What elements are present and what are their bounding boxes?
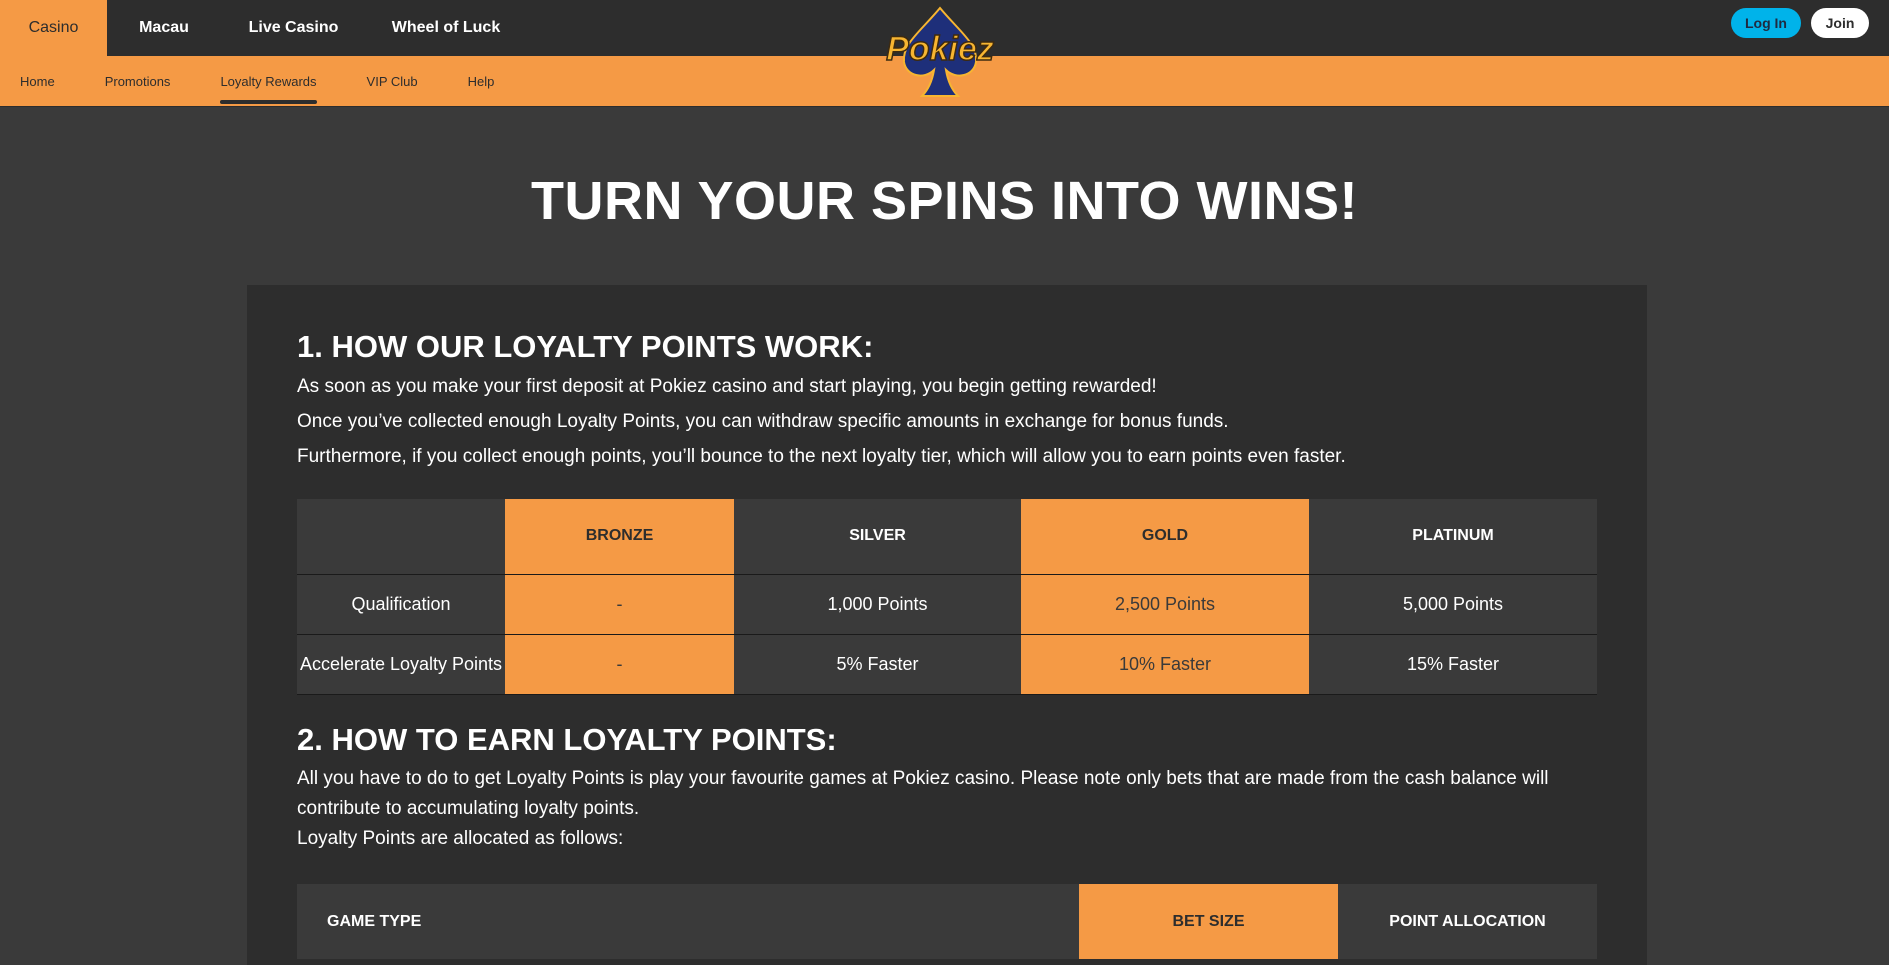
- tiers-table: BRONZE SILVER GOLD PLATINUM Qualificatio…: [297, 499, 1597, 695]
- tab-macau[interactable]: Macau: [107, 0, 221, 56]
- logo-text: Pokiez: [886, 30, 994, 68]
- join-button[interactable]: Join: [1811, 8, 1869, 38]
- tier-header-platinum: PLATINUM: [1309, 499, 1597, 575]
- allocation-table: GAME TYPE BET SIZE POINT ALLOCATION: [297, 884, 1597, 959]
- section2-paragraph: All you have to do to get Loyalty Points…: [297, 768, 1549, 819]
- subnav-help[interactable]: Help: [468, 56, 495, 107]
- section1-paragraph: As soon as you make your first deposit a…: [297, 376, 1157, 397]
- content-panel: 1. HOW OUR LOYALTY POINTS WORK: As soon …: [247, 285, 1647, 965]
- subnav-vip-club[interactable]: VIP Club: [367, 56, 418, 107]
- hero-title: TURN YOUR SPINS INTO WINS!: [530, 171, 1359, 231]
- section-earn-points: 2. HOW TO EARN LOYALTY POINTS: All you h…: [297, 722, 1597, 854]
- header-point-allocation: POINT ALLOCATION: [1338, 884, 1597, 959]
- tab-wheel-of-luck[interactable]: Wheel of Luck: [366, 0, 526, 56]
- table-cell: 10% Faster: [1021, 634, 1309, 695]
- tier-header-gold: GOLD: [1021, 499, 1309, 575]
- section1-paragraph: Furthermore, if you collect enough point…: [297, 446, 1346, 467]
- tier-header-silver: SILVER: [734, 499, 1021, 575]
- table-cell: 15% Faster: [1309, 634, 1597, 695]
- header-bet-size: BET SIZE: [1079, 884, 1338, 959]
- section1-paragraph: Once you’ve collected enough Loyalty Poi…: [297, 411, 1229, 432]
- section1-heading: 1. HOW OUR LOYALTY POINTS WORK:: [297, 329, 874, 364]
- section2-paragraph: Loyalty Points are allocated as follows:: [297, 828, 624, 849]
- header-game-type: GAME TYPE: [297, 884, 1079, 959]
- row-label: Accelerate Loyalty Points: [297, 634, 505, 695]
- allocation-table-wrap: GAME TYPE BET SIZE POINT ALLOCATION: [297, 884, 1597, 959]
- table-header-row: BRONZE SILVER GOLD PLATINUM: [297, 499, 1597, 575]
- auth-buttons: Log In Join: [1731, 8, 1869, 38]
- table-cell: -: [505, 634, 734, 695]
- table-cell: -: [505, 574, 734, 635]
- pokiez-logo[interactable]: Pokiez: [880, 2, 1000, 102]
- row-label: Qualification: [297, 574, 505, 635]
- section-loyalty-work: 1. HOW OUR LOYALTY POINTS WORK: As soon …: [297, 329, 1597, 474]
- table-cell: 5% Faster: [734, 634, 1021, 695]
- subnav-loyalty-rewards[interactable]: Loyalty Rewards: [220, 56, 317, 107]
- tier-header-bronze: BRONZE: [505, 499, 734, 575]
- table-cell: 2,500 Points: [1021, 574, 1309, 635]
- table-cell: 1,000 Points: [734, 574, 1021, 635]
- subnav-home[interactable]: Home: [20, 56, 55, 107]
- login-button[interactable]: Log In: [1731, 8, 1801, 38]
- table-cell: 5,000 Points: [1309, 574, 1597, 635]
- table-row: Qualification - 1,000 Points 2,500 Point…: [297, 574, 1597, 635]
- tab-live-casino[interactable]: Live Casino: [221, 0, 366, 56]
- section2-heading: 2. HOW TO EARN LOYALTY POINTS:: [297, 722, 837, 757]
- table-header-row: GAME TYPE BET SIZE POINT ALLOCATION: [297, 884, 1597, 959]
- tab-casino[interactable]: Casino: [0, 0, 107, 56]
- tiers-table-wrap: BRONZE SILVER GOLD PLATINUM Qualificatio…: [297, 499, 1597, 695]
- subnav-promotions[interactable]: Promotions: [105, 56, 171, 107]
- table-row: Accelerate Loyalty Points - 5% Faster 10…: [297, 634, 1597, 695]
- table-header-cell: [297, 499, 505, 575]
